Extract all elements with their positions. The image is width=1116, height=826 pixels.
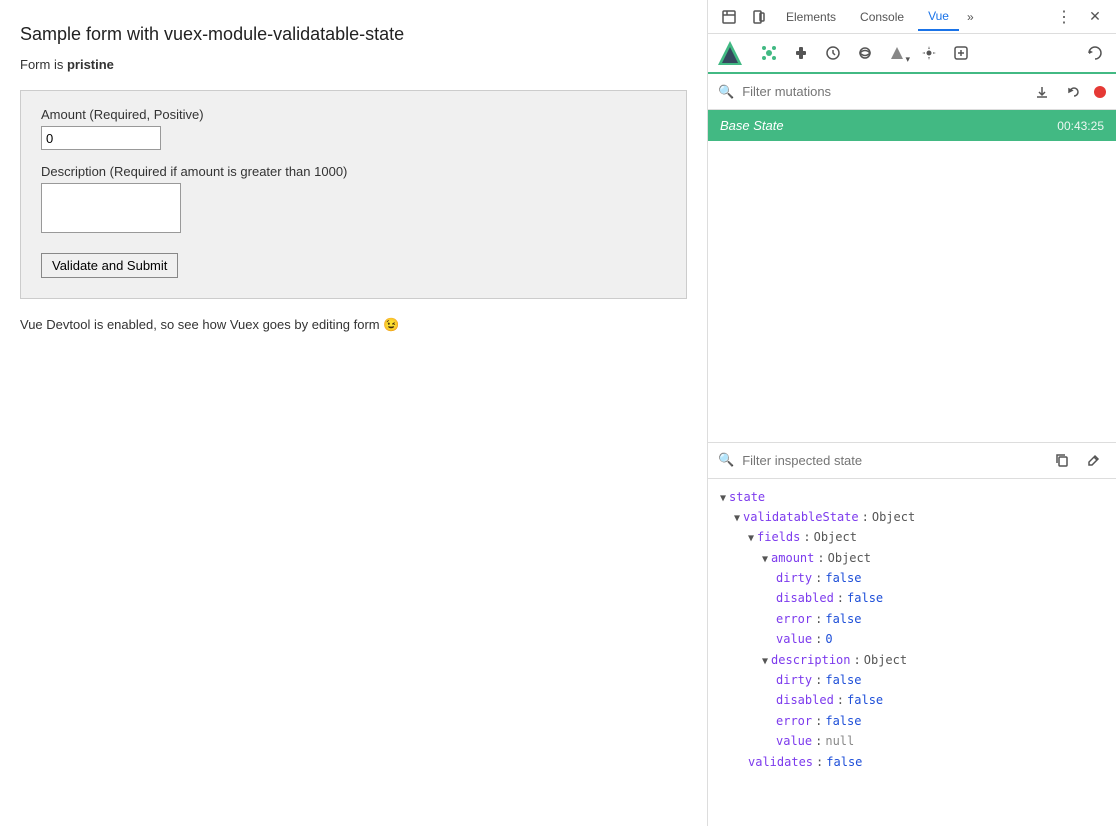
validates-row: validates : false [720,752,1104,772]
amount-key: amount [771,548,814,568]
device-toolbar-btn[interactable] [746,4,772,30]
description-obj-row: ▼ description : Object [720,650,1104,670]
performance-btn[interactable] [882,38,912,68]
desc-dirty-key: dirty [776,670,812,690]
state-arrow[interactable]: ▼ [720,490,726,507]
desc-disabled-key: disabled [776,690,834,710]
mutation-list: Base State 00:43:25 [708,110,1116,442]
refresh-btn[interactable] [1080,38,1110,68]
amount-value-val: 0 [825,629,832,649]
fields-key: fields [757,527,800,547]
amount-dirty-val: false [825,568,861,588]
timeline-btn[interactable] [818,38,848,68]
page-title: Sample form with vuex-module-validatable… [20,24,687,45]
filter-mutations-input[interactable] [742,84,1022,99]
desc-dirty-row: dirty : false [720,670,1104,690]
amount-input[interactable] [41,126,161,150]
amount-error-key: error [776,609,812,629]
base-state-row[interactable]: Base State 00:43:25 [708,110,1116,141]
state-key: state [729,487,765,507]
validates-val: false [826,752,862,772]
more-tabs[interactable]: » [963,10,978,24]
amount-field-group: Amount (Required, Positive) [41,107,666,150]
description-key: description [771,650,850,670]
import-btn[interactable] [1030,80,1054,104]
validatable-state-arrow[interactable]: ▼ [734,510,740,527]
state-row: ▼ state [720,487,1104,507]
tab-console[interactable]: Console [850,4,914,30]
amount-label: Amount (Required, Positive) [41,107,666,122]
fields-row: ▼ fields : Object [720,527,1104,547]
amount-arrow[interactable]: ▼ [762,551,768,568]
form-box: Amount (Required, Positive) Description … [20,90,687,299]
amount-type: Object [828,548,871,568]
amount-disabled-key: disabled [776,588,834,608]
description-label: Description (Required if amount is great… [41,164,666,179]
desc-value-key: value [776,731,812,751]
description-arrow[interactable]: ▼ [762,653,768,670]
description-input[interactable] [41,183,181,233]
settings-btn[interactable] [914,38,944,68]
validate-submit-button[interactable]: Validate and Submit [41,253,178,278]
inspected-state-bar: 🔍 [708,443,1116,479]
description-type: Object [864,650,907,670]
vuex-btn[interactable] [786,38,816,68]
validates-key: validates [748,752,813,772]
desc-error-key: error [776,711,812,731]
form-status-prefix: Form is [20,57,67,72]
vuex-store-btn[interactable] [946,38,976,68]
fields-arrow[interactable]: ▼ [748,530,754,547]
search-icon: 🔍 [718,84,734,100]
vue-toolbar [708,34,1116,74]
fields-type: Object [814,527,857,547]
revert-btn[interactable] [1062,80,1086,104]
record-dot [1094,86,1106,98]
devtool-hint: Vue Devtool is enabled, so see how Vuex … [20,317,687,333]
edit-state-btn[interactable] [1082,448,1106,472]
amount-dirty-row: dirty : false [720,568,1104,588]
right-panel: Elements Console Vue » ⋮ ✕ [708,0,1116,826]
filter-mutations-bar: 🔍 [708,74,1116,110]
desc-dirty-val: false [825,670,861,690]
router-btn[interactable] [850,38,880,68]
copy-state-btn[interactable] [1050,448,1074,472]
devtools-topbar: Elements Console Vue » ⋮ ✕ [708,0,1116,34]
amount-disabled-val: false [847,588,883,608]
description-field-group: Description (Required if amount is great… [41,164,666,233]
amount-value-row: value : 0 [720,629,1104,649]
amount-disabled-row: disabled : false [720,588,1104,608]
desc-error-row: error : false [720,711,1104,731]
desc-error-val: false [825,711,861,731]
devtools-menu[interactable]: ⋮ [1050,7,1078,27]
panel-divider [708,442,1116,443]
left-panel: Sample form with vuex-module-validatable… [0,0,708,826]
amount-row: ▼ amount : Object [720,548,1104,568]
amount-error-val: false [825,609,861,629]
close-devtools-btn[interactable]: ✕ [1082,4,1108,30]
validatable-state-key: validatableState [743,507,859,527]
base-state-time: 00:43:25 [1057,119,1104,133]
desc-disabled-val: false [847,690,883,710]
validatable-state-type: Object [872,507,915,527]
tab-elements[interactable]: Elements [776,4,846,30]
desc-value-val: null [825,731,854,751]
validatable-state-row: ▼ validatableState : Object [720,507,1104,527]
amount-dirty-key: dirty [776,568,812,588]
tab-vue[interactable]: Vue [918,3,959,31]
state-tree: ▼ state ▼ validatableState : Object ▼ fi… [708,479,1116,826]
search-icon-inspected: 🔍 [718,452,734,468]
components-btn[interactable] [754,38,784,68]
form-status: Form is pristine [20,57,687,72]
amount-value-key: value [776,629,812,649]
vue-logo [714,37,746,69]
desc-disabled-row: disabled : false [720,690,1104,710]
amount-error-row: error : false [720,609,1104,629]
base-state-label: Base State [720,118,784,133]
desc-value-row: value : null [720,731,1104,751]
inspect-element-btn[interactable] [716,4,742,30]
form-status-value: pristine [67,57,114,72]
filter-inspected-input[interactable] [742,453,1042,468]
